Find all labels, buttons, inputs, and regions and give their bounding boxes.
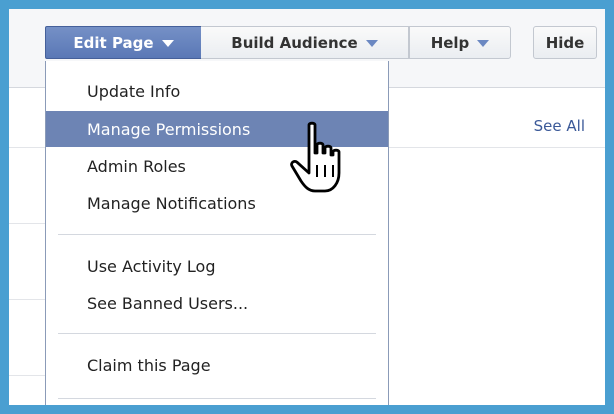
menu-item-update-info[interactable]: Update Info (46, 73, 388, 109)
menu-item-claim-this-page[interactable]: Claim this Page (46, 347, 388, 383)
menu-separator (58, 398, 376, 399)
edit-page-button[interactable]: Edit Page (45, 26, 202, 59)
see-all-link[interactable]: See All (534, 117, 585, 135)
menu-item-label: Claim this Page (87, 355, 211, 375)
menu-item-label: Admin Roles (87, 156, 186, 176)
divider (9, 375, 49, 376)
divider (9, 299, 49, 300)
menu-item-label: Use Activity Log (87, 256, 216, 276)
edit-page-dropdown-menu: Update Info Manage Permissions Admin Rol… (45, 61, 389, 405)
edit-page-label: Edit Page (73, 33, 154, 52)
build-audience-button[interactable]: Build Audience (201, 26, 409, 59)
menu-item-use-activity-log[interactable]: Use Activity Log (46, 248, 388, 284)
hide-button[interactable]: Hide (533, 26, 597, 59)
menu-item-label: Manage Permissions (87, 119, 251, 139)
app-frame: Edit Page Build Audience Help Hide See A… (9, 9, 605, 405)
chevron-down-icon (161, 40, 174, 47)
menu-separator (58, 333, 376, 334)
menu-item-label: Update Info (87, 81, 181, 101)
hide-label: Hide (545, 33, 585, 52)
menu-separator (58, 234, 376, 235)
help-button[interactable]: Help (409, 26, 511, 59)
menu-item-see-banned-users[interactable]: See Banned Users... (46, 285, 388, 321)
menu-item-label: See Banned Users... (87, 293, 249, 313)
hand-pointer-icon (290, 121, 341, 193)
help-label: Help (430, 33, 470, 52)
divider (9, 223, 49, 224)
chevron-down-icon (477, 40, 490, 47)
chevron-down-icon (365, 40, 378, 47)
build-audience-label: Build Audience (231, 33, 358, 52)
menu-item-label: Manage Notifications (87, 193, 256, 213)
